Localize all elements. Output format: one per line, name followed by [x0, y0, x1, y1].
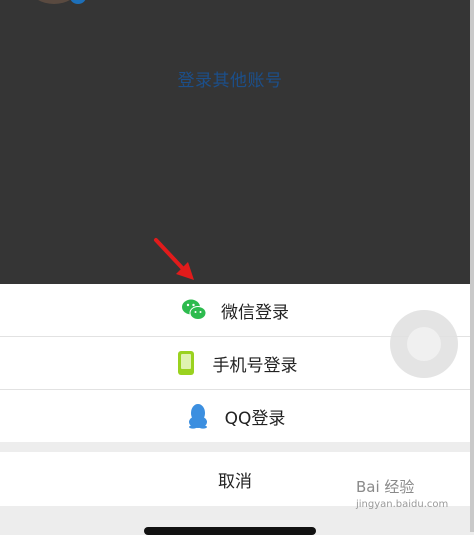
wechat-login-label: 微信登录 [221, 302, 289, 323]
watermark-brand: Bai 经验 [356, 478, 415, 496]
watermark: Bai 经验 jingyan.baidu.com [356, 478, 456, 522]
avatar-badge [70, 0, 86, 4]
phone-icon [173, 350, 199, 376]
watermark-url: jingyan.baidu.com [356, 499, 449, 510]
floating-assistive-button[interactable] [390, 310, 458, 378]
home-indicator [144, 527, 316, 535]
floating-button-inner [407, 327, 441, 361]
phone-login-label: 手机号登录 [212, 355, 298, 376]
red-arrow-annotation [154, 238, 194, 280]
qq-icon [185, 403, 211, 429]
edge-strip [470, 0, 474, 532]
qq-login-label: QQ登录 [224, 408, 286, 429]
dimmed-background: 登录其他账号 [0, 0, 474, 284]
login-other-account-link[interactable]: 登录其他账号 [0, 66, 460, 91]
qq-login-option[interactable]: QQ登录 [0, 390, 470, 442]
wechat-icon [181, 297, 207, 323]
